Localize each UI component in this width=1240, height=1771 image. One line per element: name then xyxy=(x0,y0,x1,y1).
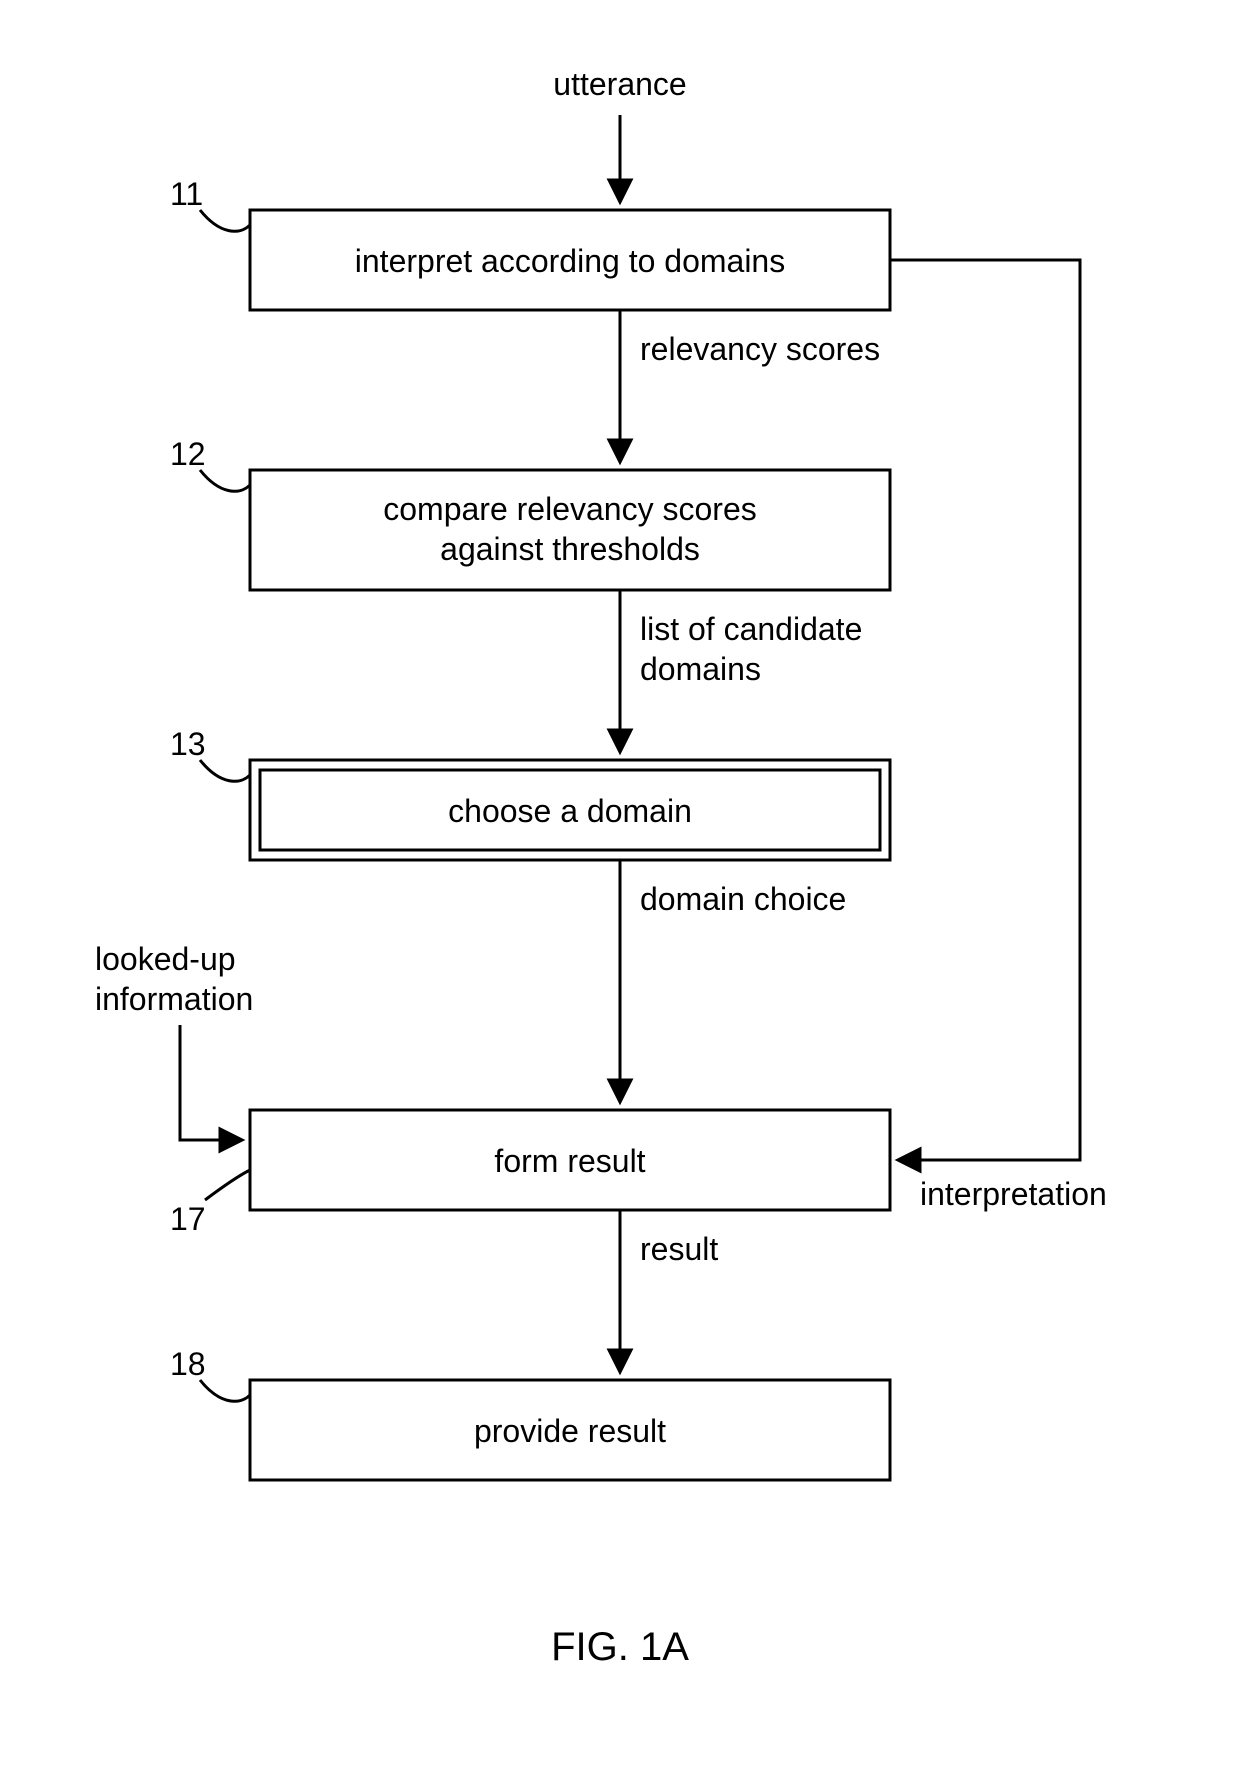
ref-12: 12 xyxy=(170,436,206,472)
looked-up-line2: information xyxy=(95,981,253,1017)
ref-18-tick xyxy=(200,1380,250,1401)
ref-13: 13 xyxy=(170,726,206,762)
edge-relevancy-scores: relevancy scores xyxy=(640,331,880,367)
edge-domain-choice: domain choice xyxy=(640,881,846,917)
arrow-lookedup-to-17 xyxy=(180,1025,240,1140)
box-11-text: interpret according to domains xyxy=(355,243,785,279)
box-12-line1: compare relevancy scores xyxy=(383,491,756,527)
ref-11-tick xyxy=(200,210,250,231)
ref-18: 18 xyxy=(170,1346,206,1382)
arrow-interpretation xyxy=(890,260,1080,1160)
looked-up-line1: looked-up xyxy=(95,941,236,977)
box-12-line2: against thresholds xyxy=(440,531,700,567)
ref-17: 17 xyxy=(170,1201,206,1237)
edge-result: result xyxy=(640,1231,718,1267)
figure-label: FIG. 1A xyxy=(551,1625,689,1669)
ref-13-tick xyxy=(200,760,250,781)
edge-interpretation: interpretation xyxy=(920,1176,1107,1212)
box-13-text: choose a domain xyxy=(448,793,692,829)
ref-11: 11 xyxy=(170,176,203,212)
flowchart-diagram: utterance interpret according to domains… xyxy=(0,0,1240,1771)
box-12 xyxy=(250,470,890,590)
ref-17-tick xyxy=(205,1170,250,1200)
ref-12-tick xyxy=(200,470,250,491)
edge-candidate-line1: list of candidate xyxy=(640,611,862,647)
box-17-text: form result xyxy=(494,1143,645,1179)
input-label: utterance xyxy=(553,66,686,102)
box-18-text: provide result xyxy=(474,1413,666,1449)
edge-candidate-line2: domains xyxy=(640,651,761,687)
